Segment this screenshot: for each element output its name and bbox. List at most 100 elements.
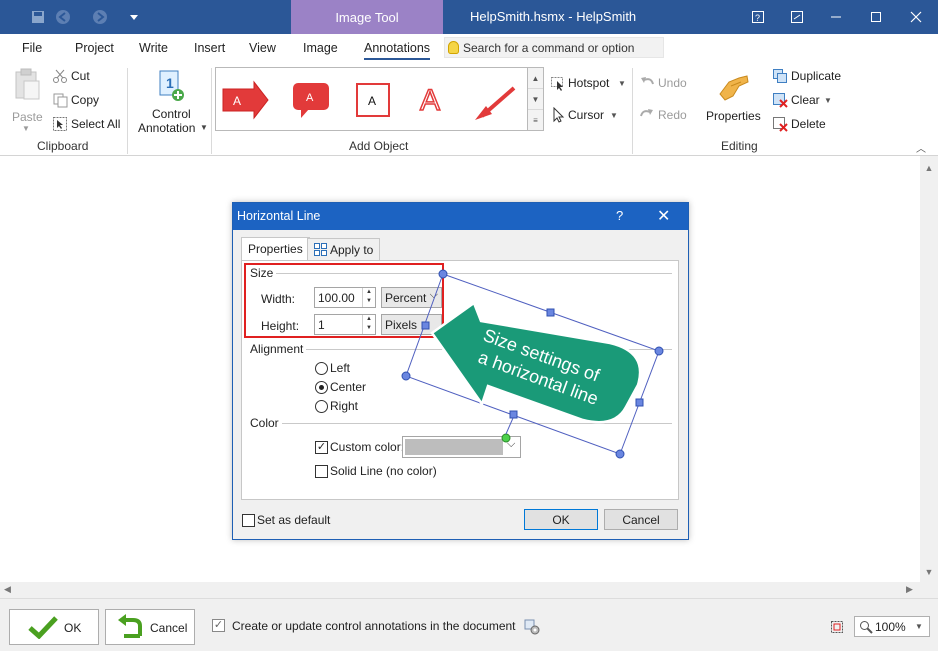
solid-line-checkbox[interactable] — [315, 465, 328, 478]
vertical-scrollbar[interactable]: ▲ ▼ — [920, 156, 938, 582]
width-spin-icon[interactable]: ▲ ▼ — [362, 288, 375, 307]
arrow-label-letter: A — [233, 94, 241, 108]
set-default-label: Set as default — [257, 513, 331, 527]
control-annotation-button[interactable]: 1 Control Annotation ▼ — [134, 66, 210, 136]
cursor-label: Cursor — [568, 108, 605, 122]
text-box-annotation[interactable]: A — [356, 83, 390, 117]
add-object-gallery: A A A A — [215, 67, 528, 131]
tab-annotations[interactable]: Annotations — [364, 41, 431, 60]
align-center-label: Center — [330, 380, 367, 394]
fit-to-window-icon[interactable] — [829, 619, 845, 635]
color-picker[interactable]: ⌵ — [402, 436, 521, 458]
gallery-scroll-down-icon[interactable]: ▼ — [528, 89, 543, 110]
scroll-up-icon[interactable]: ▲ — [920, 160, 938, 176]
ribbon-separator — [632, 68, 633, 154]
cancel-button[interactable]: Cancel — [105, 609, 195, 645]
duplicate-label: Duplicate — [791, 69, 842, 83]
cut-button[interactable]: Cut — [50, 67, 120, 87]
dialog-title-bar: Horizontal Line ? ✕ — [233, 203, 688, 230]
tab-file[interactable]: File — [22, 41, 42, 55]
select-all-button[interactable]: Select All — [50, 115, 124, 135]
collapse-ribbon-icon[interactable]: ︿ — [916, 140, 926, 155]
height-input[interactable]: 1 ▲ ▼ — [314, 314, 376, 335]
tab-project[interactable]: Project — [75, 41, 114, 55]
create-update-checkbox[interactable]: ✓ — [212, 619, 225, 632]
arrow-label-annotation[interactable]: A — [222, 80, 269, 120]
annotation-gallery-items: A A A A — [222, 80, 516, 120]
save-icon[interactable] — [29, 8, 47, 26]
tab-apply-to[interactable]: Apply to — [307, 238, 381, 260]
dialog-cancel-button[interactable]: Cancel — [604, 509, 678, 530]
scroll-right-icon[interactable]: ▶ — [906, 584, 913, 595]
align-left-radio[interactable] — [315, 362, 328, 375]
set-default-checkbox[interactable] — [242, 514, 255, 527]
ok-button[interactable]: OK — [9, 609, 99, 645]
back-icon[interactable] — [54, 8, 72, 26]
tab-insert[interactable]: Insert — [194, 41, 225, 55]
gallery-scroll-up-icon[interactable]: ▲ — [528, 68, 543, 89]
ribbon-separator — [127, 68, 128, 154]
tab-properties[interactable]: Properties — [241, 237, 310, 261]
redo-label: Redo — [658, 108, 687, 122]
scroll-left-icon[interactable]: ◀ — [4, 584, 11, 595]
add-object-group-label: Add Object — [349, 139, 409, 153]
dialog-ok-button[interactable]: OK — [524, 509, 598, 530]
height-value: 1 — [318, 318, 325, 332]
zoom-dropdown-icon: ▼ — [915, 622, 923, 631]
text-box-letter: A — [368, 94, 376, 108]
callout-annotation[interactable]: A — [293, 83, 329, 118]
clear-button[interactable]: Clear ▼ — [770, 91, 840, 111]
scroll-down-icon[interactable]: ▼ — [920, 564, 938, 580]
control-annotation-label-line1: Control — [152, 107, 191, 121]
gallery-expand-icon[interactable]: ≡ — [528, 110, 543, 131]
grid-icon — [314, 243, 327, 256]
dialog-help-button[interactable]: ? — [616, 208, 623, 223]
width-unit-select[interactable]: Percent ⌵ — [381, 287, 442, 308]
paste-dropdown-icon: ▼ — [22, 124, 30, 133]
gallery-scrollbar[interactable]: ▲ ▼ ≡ — [528, 67, 544, 131]
minimize-button[interactable] — [818, 0, 854, 34]
horizontal-scrollbar[interactable]: ◀ ▶ — [0, 582, 938, 598]
redo-button[interactable]: Redo — [637, 106, 697, 126]
properties-button[interactable]: Properties — [702, 66, 766, 132]
control-annotation-label-line2: Annotation — [138, 121, 196, 135]
tab-write[interactable]: Write — [139, 41, 168, 55]
maximize-button[interactable] — [858, 0, 894, 34]
width-input[interactable]: 100.00 ▲ ▼ — [314, 287, 376, 308]
arrow-annotation[interactable] — [475, 86, 516, 120]
alignment-section-title: Alignment — [250, 342, 307, 356]
height-unit-select[interactable]: Pixels — [381, 314, 442, 335]
tab-view[interactable]: View — [249, 41, 276, 55]
align-center-radio[interactable] — [315, 381, 328, 394]
custom-color-checkbox[interactable]: ✓ — [315, 441, 328, 454]
delete-button[interactable]: Delete — [770, 115, 840, 135]
copy-button[interactable]: Copy — [50, 91, 120, 111]
duplicate-button[interactable]: Duplicate — [770, 67, 850, 87]
dialog-close-icon[interactable]: ✕ — [657, 206, 670, 226]
command-search-input[interactable]: Search for a command or option — [444, 37, 664, 58]
quick-access-dropdown-icon[interactable] — [125, 8, 143, 26]
tab-image[interactable]: Image — [303, 41, 338, 55]
forward-icon[interactable] — [91, 8, 109, 26]
undo-button[interactable]: Undo — [637, 74, 697, 94]
align-right-radio[interactable] — [315, 400, 328, 413]
ribbon-display-icon[interactable] — [779, 0, 815, 34]
dialog-title: Horizontal Line — [237, 209, 321, 223]
magnifier-icon — [860, 621, 873, 634]
svg-text:1: 1 — [166, 75, 174, 91]
editing-group-label: Editing — [721, 139, 758, 153]
zoom-select[interactable]: 100% ▼ — [854, 616, 930, 637]
text-annotation[interactable]: A — [419, 83, 441, 118]
settings-gear-icon[interactable] — [524, 619, 540, 635]
hotspot-label: Hotspot — [568, 76, 610, 90]
help-icon[interactable]: ? — [740, 0, 776, 34]
lightbulb-icon — [448, 41, 459, 54]
width-value: 100.00 — [318, 291, 355, 305]
hotspot-button[interactable]: Hotspot ▼ — [548, 74, 628, 94]
cursor-button[interactable]: Cursor ▼ — [548, 106, 628, 126]
copy-label: Copy — [71, 93, 100, 107]
height-spin-icon[interactable]: ▲ ▼ — [362, 315, 375, 334]
cancel-label: Cancel — [150, 621, 188, 635]
paste-button[interactable]: Paste ▼ — [8, 66, 46, 133]
close-button[interactable] — [898, 0, 934, 34]
